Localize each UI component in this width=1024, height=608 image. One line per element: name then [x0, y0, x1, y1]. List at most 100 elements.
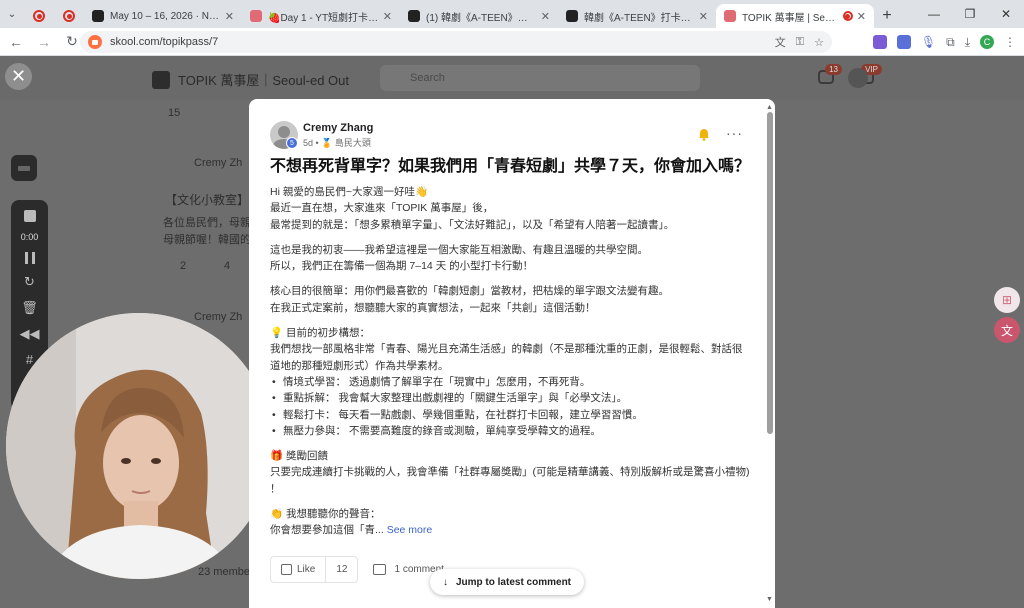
- notion-icon: [566, 10, 578, 22]
- post-title: 不想再死背單字？如果我們用「青春短劇」共學７天，你會加入嗎？: [270, 158, 751, 175]
- author-name[interactable]: Cremy Zhang: [303, 121, 373, 135]
- close-tab-icon[interactable]: ✕: [699, 10, 708, 23]
- paragraph: Hi 親愛的島民們~大家週一好哇👋 最近一直在想，大家進來「TOPIK 萬事屋」…: [270, 184, 750, 233]
- tab-label: TOPIK 萬事屋 | Seoul-ed O: [742, 12, 839, 24]
- webcam-preview[interactable]: [6, 313, 272, 579]
- tab-pinned-recording-2[interactable]: [54, 4, 84, 28]
- presenter-image: [6, 313, 272, 579]
- close-window-button[interactable]: ✕: [988, 0, 1024, 28]
- more-options-icon[interactable]: ···: [726, 125, 743, 141]
- tab-topik-active[interactable]: TOPIK 萬事屋 | Seoul-ed O ✕: [716, 4, 874, 28]
- key-icon[interactable]: ⚿: [796, 36, 804, 49]
- recorder-drag-handle[interactable]: [11, 155, 37, 181]
- bg-card-line: 母親節喔！韓國的: [163, 234, 251, 246]
- browser-tab-bar: ⌄ May 10 – 16, 2026 · Notion Ca ✕ 🍓Day 1…: [0, 0, 1024, 28]
- bookmark-star-icon[interactable]: ☆: [814, 36, 824, 49]
- tab-label: (1) 韓劇《A-TEEN》打卡DAY1: [426, 12, 537, 24]
- community-logo-icon: [152, 70, 170, 89]
- floating-translate-button[interactable]: 文: [994, 317, 1020, 343]
- thumbs-up-icon: [281, 564, 292, 575]
- level-badge: 5: [286, 137, 298, 149]
- paragraph: 核心目的很簡單：用你們最喜歡的「韓劇短劇」當教材，把枯燥的單字跟文法變有趣。 在…: [270, 283, 750, 316]
- section-heading: 💡 目前的初步構想：: [270, 327, 370, 340]
- tab-search-button[interactable]: ⌄: [0, 0, 24, 28]
- tab-label: May 10 – 16, 2026 · Notion Ca: [110, 10, 221, 22]
- notion-icon: [408, 10, 420, 22]
- modal-scrollbar[interactable]: ▲ ▼: [765, 104, 775, 604]
- close-modal-button[interactable]: ✕: [5, 63, 32, 90]
- community-brand[interactable]: TOPIK 萬事屋｜Seoul-ed Out: [152, 70, 349, 89]
- close-tab-icon[interactable]: ✕: [857, 10, 866, 23]
- scroll-down-icon[interactable]: ▼: [766, 596, 773, 603]
- close-tab-icon[interactable]: ✕: [383, 10, 392, 23]
- plan-bullet-list: 情境式學習： 透過劇情了解單字在「現實中」怎麼用，不再死背。 重點拆解： 我會幫…: [270, 374, 750, 439]
- community-header: TOPIK 萬事屋｜Seoul-ed Out Search 13 VIP: [0, 56, 1024, 100]
- bg-comment-count: 4: [224, 260, 231, 272]
- see-more-link[interactable]: See more: [387, 524, 433, 536]
- collapse-icon[interactable]: ◀◀: [20, 326, 40, 342]
- bg-card-line: 各位島民們，母親: [163, 217, 251, 229]
- jump-label: Jump to latest comment: [455, 576, 572, 588]
- microphone-icon[interactable]: 🎙: [921, 35, 936, 49]
- user-avatar[interactable]: [848, 68, 868, 88]
- bell-icon[interactable]: [698, 128, 710, 141]
- record-icon: [33, 10, 45, 22]
- search-input[interactable]: Search: [380, 65, 700, 91]
- scroll-up-icon[interactable]: ▲: [766, 104, 773, 111]
- list-item: 輕鬆打卡： 每天看一點戲劇、學幾個重點，在社群打卡回報，建立學習習慣。: [270, 407, 750, 424]
- close-tab-icon[interactable]: ✕: [225, 10, 234, 23]
- jump-to-latest-comment-button[interactable]: ↓ Jump to latest comment: [430, 569, 584, 595]
- list-item: 重點拆解： 我會幫大家整理出戲劇裡的「關鍵生活單字」與「必學文法」。: [270, 390, 750, 407]
- puzzle-extensions-icon[interactable]: ⧉: [946, 35, 955, 50]
- extension-icon[interactable]: [896, 35, 911, 49]
- pause-button[interactable]: [24, 252, 35, 264]
- comment-icon: [373, 564, 387, 575]
- minimize-button[interactable]: —: [916, 0, 952, 28]
- download-icon[interactable]: ⤓: [965, 35, 970, 50]
- forward-button[interactable]: →: [32, 30, 56, 54]
- skool-icon: [724, 10, 736, 22]
- post-meta: 5d • 🏅 島民大頭: [303, 138, 371, 148]
- post-author-block: Cremy Zhang 5d • 🏅 島民大頭: [270, 121, 373, 150]
- like-button[interactable]: Like: [271, 557, 327, 582]
- tab-label: 韓劇《A-TEEN》打卡DAY1: [584, 12, 695, 24]
- profile-avatar[interactable]: C: [980, 35, 994, 49]
- translate-icon[interactable]: 文: [775, 34, 786, 50]
- menu-dots-icon[interactable]: ⋮: [1004, 35, 1016, 49]
- paragraph: 🎁 獎勵回饋 只要完成連續打卡挑戰的人，我會準備「社群專屬獎勵」(可能是精華講義…: [270, 448, 750, 497]
- like-control: Like 12: [270, 556, 359, 583]
- close-tab-icon[interactable]: ✕: [541, 10, 550, 23]
- restart-icon[interactable]: ↻: [24, 274, 35, 290]
- post-body: Hi 親愛的島民們~大家週一好哇👋 最近一直在想，大家進來「TOPIK 萬事屋」…: [270, 184, 750, 548]
- tab-ateen-1[interactable]: (1) 韓劇《A-TEEN》打卡DAY1 ✕: [400, 4, 558, 28]
- voice-text: 你會想要參加這個「青...: [270, 524, 384, 537]
- new-tab-button[interactable]: +: [874, 4, 900, 28]
- like-count[interactable]: 12: [326, 564, 357, 575]
- text-line: 最常提到的就是：「想多累積單字量」、「文法好難記」，以及「希望有人陪著一起讀書」…: [270, 218, 675, 231]
- back-button[interactable]: ←: [4, 30, 28, 54]
- text-line: 所以，我們正在籌備一個為期 7–14 天 的小型打卡行動！: [270, 260, 534, 273]
- extension-icon[interactable]: [872, 35, 887, 49]
- record-icon: [842, 11, 853, 21]
- tab-label: 🍓Day 1 - YT短劇打卡 · TOPIK: [268, 12, 379, 24]
- tab-pinned-recording-1[interactable]: [24, 4, 54, 28]
- tab-notion[interactable]: May 10 – 16, 2026 · Notion Ca ✕: [84, 4, 242, 28]
- browser-toolbar: ← → ↻ skool.com/topikpass/7 文 ⚿ ☆ 🎙 ⧉ ⤓ …: [0, 28, 1024, 56]
- stop-recording-button[interactable]: [23, 210, 36, 222]
- list-item: 情境式學習： 透過劇情了解單字在「現實中」怎麼用，不再死背。: [270, 374, 750, 391]
- chat-icon[interactable]: 13: [818, 64, 842, 84]
- address-bar[interactable]: skool.com/topikpass/7 文 ⚿ ☆: [80, 31, 832, 53]
- post-modal: Cremy Zhang 5d • 🏅 島民大頭 5 ··· 不想再死背單字？如果…: [249, 99, 775, 608]
- paragraph: 👏 我想聽聽你的聲音： 你會想要參加這個「青... See more: [270, 506, 750, 539]
- arrow-down-icon: ↓: [442, 576, 448, 588]
- scrollbar-thumb[interactable]: [767, 112, 773, 434]
- section-heading: 👏 我想聽聽你的聲音：: [270, 508, 381, 521]
- skool-icon: [250, 10, 262, 22]
- trash-icon[interactable]: 🗑: [21, 300, 38, 316]
- site-info-icon[interactable]: [88, 35, 102, 49]
- maximize-button[interactable]: ❐: [952, 0, 988, 28]
- floating-tool-button[interactable]: ⊞: [994, 287, 1020, 313]
- tab-ateen-2[interactable]: 韓劇《A-TEEN》打卡DAY1 ✕: [558, 4, 716, 28]
- plan-intro: 我們想找一部風格非常「青春、陽光且充滿生活感」的韓劇（不是那種沈重的正劇，是很輕…: [270, 343, 743, 372]
- tab-day1-yt[interactable]: 🍓Day 1 - YT短劇打卡 · TOPIK ✕: [242, 4, 400, 28]
